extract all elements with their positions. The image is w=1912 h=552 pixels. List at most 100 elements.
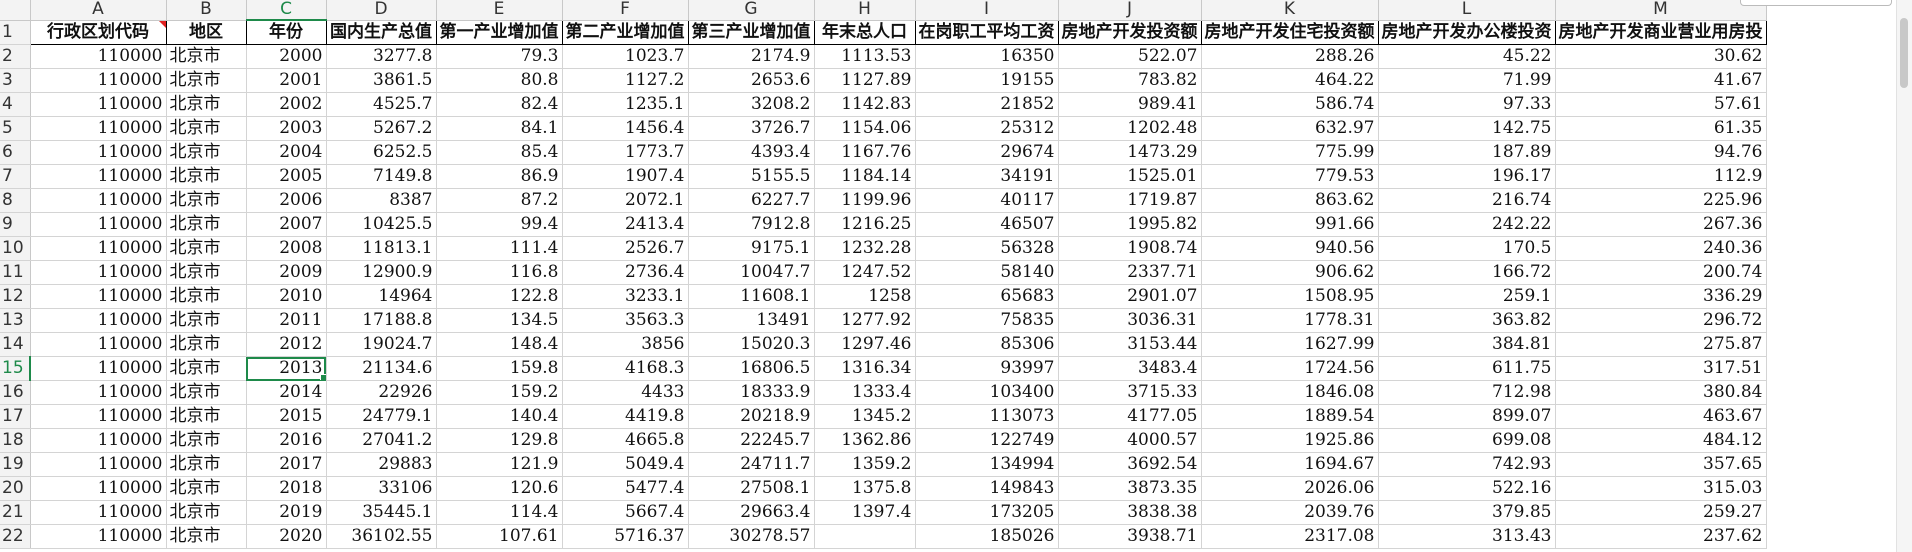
table-cell[interactable]: 22245.7 [688,428,815,453]
table-cell[interactable]: 36102.55 [326,524,437,549]
row-number[interactable]: 9 [0,212,31,237]
table-cell[interactable]: 41.67 [1555,68,1767,93]
table-cell[interactable]: 北京市 [166,116,247,141]
header-cell-re-investment[interactable]: 房地产开发投资额 [1058,20,1202,45]
header-cell-secondary[interactable]: 第二产业增加值 [562,20,689,45]
table-cell[interactable]: 3692.54 [1058,452,1202,477]
row-number[interactable]: 20 [0,476,31,501]
table-cell[interactable]: 779.53 [1201,164,1379,189]
table-cell[interactable]: 1345.2 [814,404,916,429]
scroll-top-control[interactable] [1740,0,1892,6]
table-cell[interactable]: 2010 [246,284,327,309]
comment-indicator-icon[interactable] [158,20,165,28]
header-cell-region[interactable]: 地区 [166,20,247,45]
table-cell[interactable]: 2014 [246,380,327,405]
table-cell[interactable]: 1359.2 [814,452,916,477]
table-cell[interactable]: 6227.7 [688,188,815,213]
table-cell[interactable]: 北京市 [166,284,247,309]
table-cell[interactable]: 159.2 [436,380,563,405]
header-cell-gdp[interactable]: 国内生产总值 [326,20,437,45]
table-cell[interactable]: 2413.4 [562,212,689,237]
table-cell[interactable]: 1247.52 [814,260,916,285]
table-cell[interactable]: 129.8 [436,428,563,453]
table-cell[interactable]: 134994 [915,452,1059,477]
table-cell[interactable]: 1508.95 [1201,284,1379,309]
table-cell[interactable]: 3208.2 [688,92,815,117]
table-cell[interactable]: 2526.7 [562,236,689,261]
table-cell[interactable]: 北京市 [166,68,247,93]
table-cell[interactable]: 110000 [30,260,167,285]
table-cell[interactable]: 699.08 [1378,428,1556,453]
table-cell[interactable]: 5477.4 [562,476,689,501]
table-cell[interactable]: 21134.6 [326,356,437,381]
table-cell[interactable]: 2019 [246,500,327,525]
table-cell[interactable]: 187.89 [1378,140,1556,165]
table-cell[interactable]: 85.4 [436,140,563,165]
table-cell[interactable]: 2317.08 [1201,524,1379,549]
table-cell[interactable]: 240.36 [1555,236,1767,261]
row-number[interactable]: 2 [0,44,31,69]
table-cell[interactable]: 122749 [915,428,1059,453]
table-cell[interactable]: 110000 [30,308,167,333]
table-cell[interactable]: 11608.1 [688,284,815,309]
table-cell[interactable]: 北京市 [166,404,247,429]
table-cell[interactable]: 1216.25 [814,212,916,237]
table-cell[interactable]: 110000 [30,164,167,189]
table-cell[interactable]: 216.74 [1378,188,1556,213]
table-cell[interactable]: 940.56 [1201,236,1379,261]
header-cell-year[interactable]: 年份 [246,20,327,45]
table-cell[interactable]: 110000 [30,452,167,477]
table-cell[interactable]: 134.5 [436,308,563,333]
table-cell[interactable]: 783.82 [1058,68,1202,93]
table-cell[interactable]: 99.4 [436,212,563,237]
table-cell[interactable]: 1778.31 [1201,308,1379,333]
fill-handle[interactable] [319,374,325,380]
scrollbar-thumb[interactable] [1900,18,1908,88]
table-cell[interactable]: 3873.35 [1058,476,1202,501]
column-header-f[interactable]: F [562,0,689,21]
table-cell[interactable]: 80.8 [436,68,563,93]
table-cell[interactable]: 3036.31 [1058,308,1202,333]
table-cell[interactable]: 10425.5 [326,212,437,237]
table-cell[interactable]: 113073 [915,404,1059,429]
table-cell[interactable]: 1907.4 [562,164,689,189]
row-number[interactable]: 15 [0,356,31,381]
table-cell[interactable]: 1719.87 [1058,188,1202,213]
header-cell-admin-code[interactable]: 行政区划代码 [29,20,167,45]
row-number[interactable]: 3 [0,68,31,93]
table-cell[interactable]: 110000 [30,92,167,117]
table-cell[interactable]: 北京市 [166,380,247,405]
table-cell[interactable]: 116.8 [436,260,563,285]
column-header-i[interactable]: I [915,0,1059,21]
table-cell[interactable]: 22926 [326,380,437,405]
column-header-j[interactable]: J [1058,0,1202,21]
table-cell[interactable]: 58140 [915,260,1059,285]
table-cell[interactable]: 97.33 [1378,92,1556,117]
table-cell[interactable]: 3838.38 [1058,500,1202,525]
row-number[interactable]: 10 [0,236,31,261]
select-all-corner[interactable] [0,0,31,21]
table-cell[interactable]: 12900.9 [326,260,437,285]
row-number[interactable]: 17 [0,404,31,429]
header-cell-population[interactable]: 年末总人口 [814,20,916,45]
table-cell[interactable]: 1333.4 [814,380,916,405]
table-cell[interactable]: 北京市 [166,452,247,477]
table-cell[interactable]: 北京市 [166,500,247,525]
header-cell-wage[interactable]: 在岗职工平均工资 [915,20,1059,45]
table-cell[interactable]: 775.99 [1201,140,1379,165]
table-cell[interactable]: 3856 [562,332,689,357]
table-cell[interactable]: 114.4 [436,500,563,525]
column-header-l[interactable]: L [1378,0,1556,21]
table-cell[interactable]: 北京市 [166,236,247,261]
table-cell[interactable]: 464.22 [1201,68,1379,93]
table-cell[interactable]: 110000 [30,212,167,237]
table-cell[interactable]: 3277.8 [326,44,437,69]
column-header-m[interactable]: M [1555,0,1767,21]
table-cell[interactable]: 315.03 [1555,476,1767,501]
table-cell[interactable]: 173205 [915,500,1059,525]
table-cell[interactable]: 20218.9 [688,404,815,429]
table-cell[interactable]: 5267.2 [326,116,437,141]
table-cell[interactable]: 北京市 [166,428,247,453]
table-cell[interactable]: 4177.05 [1058,404,1202,429]
table-cell[interactable]: 5667.4 [562,500,689,525]
